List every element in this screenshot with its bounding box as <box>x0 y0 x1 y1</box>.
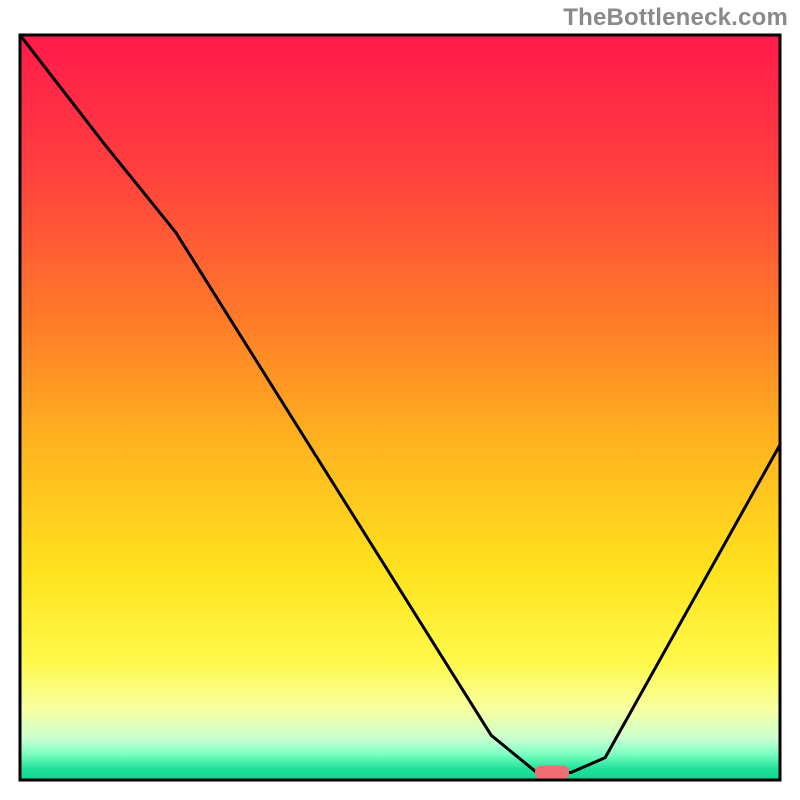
chart-stage: TheBottleneck.com <box>0 0 800 800</box>
gradient-background <box>20 35 780 780</box>
chart-svg <box>0 0 800 800</box>
optimal-marker <box>535 766 569 780</box>
